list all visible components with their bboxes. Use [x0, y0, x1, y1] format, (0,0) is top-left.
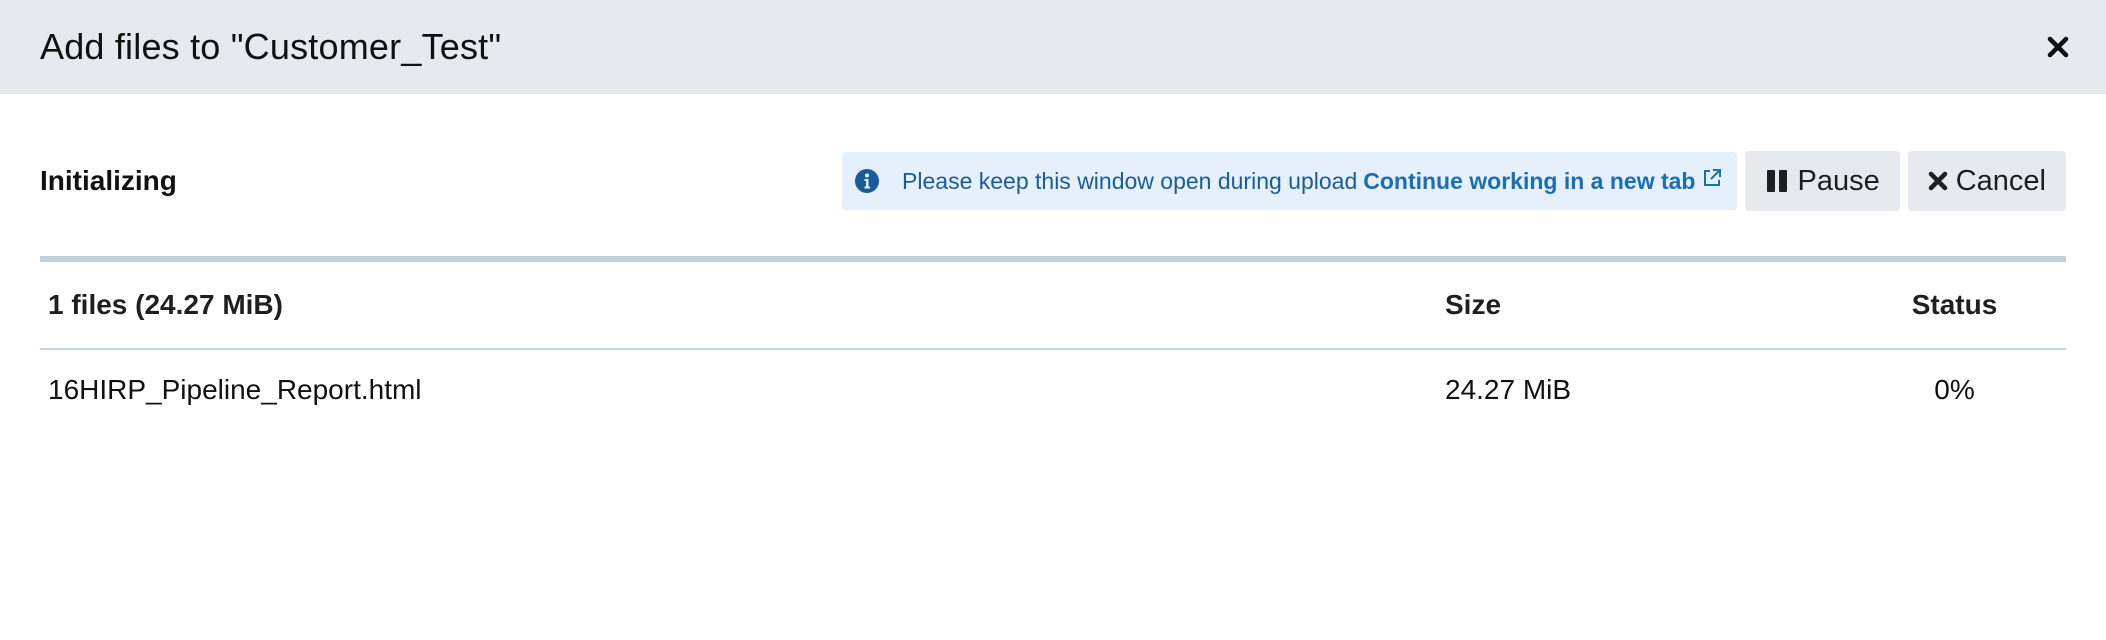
pause-icon [1765, 169, 1789, 193]
close-icon [1928, 171, 1948, 191]
column-header-size: Size [1437, 262, 1843, 350]
column-header-files: 1 files (24.27 MiB) [40, 262, 1437, 350]
upload-dialog: Add files to "Customer_Test" Initializin… [0, 0, 2106, 640]
external-link-icon[interactable] [1701, 167, 1723, 189]
pause-label: Pause [1797, 164, 1880, 197]
dialog-title: Add files to "Customer_Test" [40, 26, 502, 67]
info-banner: Please keep this window open during uplo… [842, 152, 1738, 210]
file-table: 1 files (24.27 MiB) Size Status 16HIRP_P… [40, 262, 2066, 430]
close-icon [2047, 36, 2069, 58]
info-message: Please keep this window open during uplo… [902, 167, 1358, 194]
table-header-row: 1 files (24.27 MiB) Size Status [40, 262, 2066, 350]
info-circle-icon [854, 168, 880, 194]
dialog-body: Initializing Please keep this window ope… [0, 94, 2106, 430]
table-row: 16HIRP_Pipeline_Report.html 24.27 MiB 0% [40, 349, 2066, 430]
toolbar-actions: Please keep this window open during uplo… [842, 151, 2066, 211]
file-name-cell: 16HIRP_Pipeline_Report.html [48, 374, 422, 405]
upload-toolbar: Initializing Please keep this window ope… [40, 94, 2066, 254]
dialog-header: Add files to "Customer_Test" [0, 0, 2106, 94]
file-status-cell: 0% [1934, 374, 1975, 405]
cancel-label: Cancel [1955, 164, 2046, 197]
close-button[interactable] [2042, 31, 2074, 63]
upload-status-label: Initializing [40, 165, 177, 196]
column-header-status: Status [1843, 262, 2066, 350]
cancel-button[interactable]: Cancel [1907, 151, 2066, 211]
new-tab-link[interactable]: Continue working in a new tab [1363, 168, 1695, 195]
pause-button[interactable]: Pause [1745, 151, 1900, 211]
file-size-cell: 24.27 MiB [1445, 374, 1572, 405]
